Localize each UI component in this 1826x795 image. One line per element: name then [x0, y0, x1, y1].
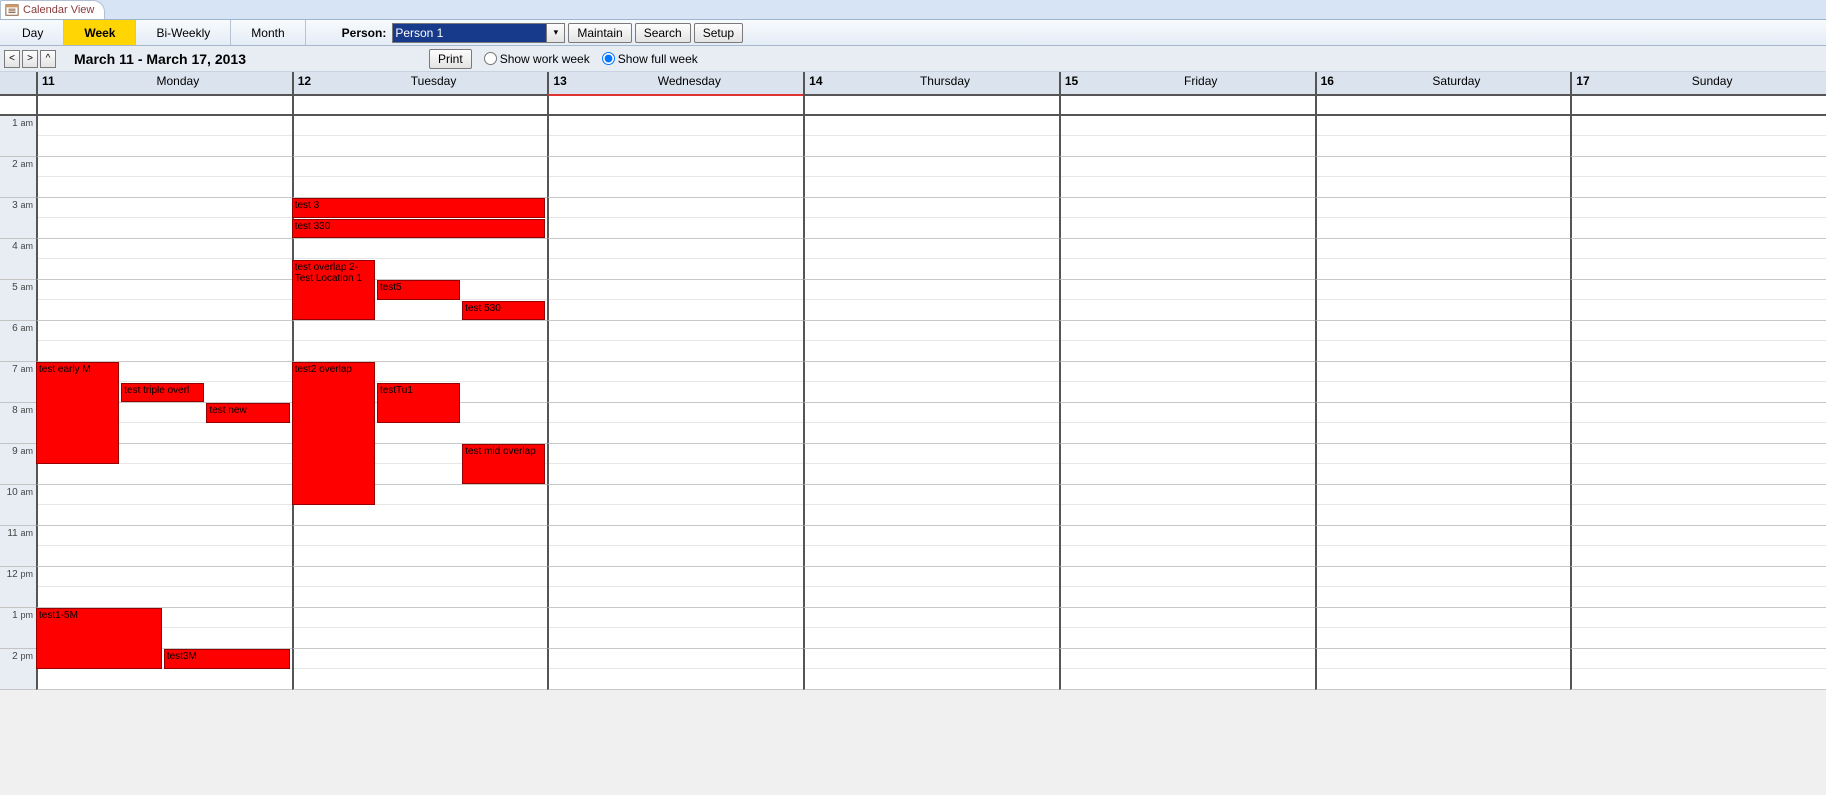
time-label: 3 am [0, 198, 36, 239]
person-label: Person: [336, 26, 393, 40]
person-combobox[interactable]: ▾ [392, 23, 565, 43]
calendar-grid: 11Monday 12Tuesday 13Wednesday 14Thursda… [0, 72, 1826, 690]
day-header-mon[interactable]: 11Monday [36, 72, 292, 94]
date-range-label: March 11 - March 17, 2013 [74, 51, 246, 67]
work-week-radio[interactable]: Show work week [484, 52, 590, 66]
calendar-event[interactable]: test mid overlap [462, 444, 545, 484]
chevron-down-icon: ▾ [554, 27, 559, 38]
search-button[interactable]: Search [635, 23, 691, 43]
form-icon [5, 3, 19, 17]
time-gutter-header [0, 72, 36, 94]
event-layer: test early Mtest triple overltest newtes… [36, 116, 1826, 690]
allday-cell-tue[interactable] [292, 96, 548, 114]
full-week-radio-input[interactable] [602, 52, 615, 65]
day-header-wed[interactable]: 13Wednesday [547, 72, 803, 94]
allday-cell-wed[interactable] [547, 94, 803, 114]
time-label: 11 am [0, 526, 36, 567]
window-tab-label: Calendar View [23, 4, 94, 16]
time-label: 4 am [0, 239, 36, 280]
setup-button[interactable]: Setup [694, 23, 743, 43]
work-week-radio-label: Show work week [500, 52, 590, 66]
time-label: 6 am [0, 321, 36, 362]
sub-toolbar: < > ^ March 11 - March 17, 2013 Print Sh… [0, 46, 1826, 72]
time-label: 1 am [0, 116, 36, 157]
calendar-event[interactable]: test1-5M [36, 608, 162, 669]
calendar-event[interactable]: test5 [377, 280, 460, 300]
nav-up-button[interactable]: ^ [40, 50, 56, 68]
calendar-event[interactable]: test new [206, 403, 289, 423]
view-tab-month[interactable]: Month [231, 20, 305, 45]
allday-cell-thu[interactable] [803, 96, 1059, 114]
calendar-event[interactable]: test 330 [292, 219, 546, 239]
time-label: 12 pm [0, 567, 36, 608]
calendar-event[interactable]: test triple overl [121, 383, 204, 403]
day-header-sun[interactable]: 17Sunday [1570, 72, 1826, 94]
allday-gutter [0, 96, 36, 114]
time-label: 7 am [0, 362, 36, 403]
nav-prev-button[interactable]: < [4, 50, 20, 68]
time-label: 2 pm [0, 649, 36, 690]
day-header-sat[interactable]: 16Saturday [1315, 72, 1571, 94]
print-button[interactable]: Print [429, 49, 472, 69]
day-header-thu[interactable]: 14Thursday [803, 72, 1059, 94]
calendar-event[interactable]: test early M [36, 362, 119, 464]
window-tab-bar: Calendar View [0, 0, 1826, 20]
day-header-tue[interactable]: 12Tuesday [292, 72, 548, 94]
calendar-event[interactable]: test 3 [292, 198, 546, 218]
time-label: 8 am [0, 403, 36, 444]
person-input[interactable] [392, 23, 547, 43]
calendar-event[interactable]: test3M [164, 649, 290, 669]
allday-cell-fri[interactable] [1059, 96, 1315, 114]
view-tab-biweekly[interactable]: Bi-Weekly [136, 20, 231, 45]
full-week-radio[interactable]: Show full week [602, 52, 698, 66]
allday-cell-sat[interactable] [1315, 96, 1571, 114]
allday-cell-sun[interactable] [1570, 96, 1826, 114]
view-tab-day[interactable]: Day [2, 20, 64, 45]
time-label: 2 am [0, 157, 36, 198]
nav-next-button[interactable]: > [22, 50, 38, 68]
time-label: 9 am [0, 444, 36, 485]
calendar-event[interactable]: test overlap 2- Test Location 1 [292, 260, 375, 321]
view-tab-week[interactable]: Week [64, 20, 136, 45]
calendar-event[interactable]: test 530 [462, 301, 545, 321]
work-week-radio-input[interactable] [484, 52, 497, 65]
time-label: 1 pm [0, 608, 36, 649]
day-header-row: 11Monday 12Tuesday 13Wednesday 14Thursda… [0, 72, 1826, 96]
allday-row [0, 96, 1826, 116]
calendar-event[interactable]: test2 overlap [292, 362, 375, 505]
day-header-fri[interactable]: 15Friday [1059, 72, 1315, 94]
main-toolbar: Day Week Bi-Weekly Month Person: ▾ Maint… [0, 20, 1826, 46]
time-label: 5 am [0, 280, 36, 321]
time-label: 10 am [0, 485, 36, 526]
window-tab-calendar[interactable]: Calendar View [0, 0, 105, 19]
view-tabs: Day Week Bi-Weekly Month [2, 20, 306, 45]
calendar-event[interactable]: testTu1 [377, 383, 460, 423]
maintain-button[interactable]: Maintain [568, 23, 631, 43]
person-dropdown-button[interactable]: ▾ [547, 23, 565, 43]
full-week-radio-label: Show full week [618, 52, 698, 66]
allday-cell-mon[interactable] [36, 96, 292, 114]
